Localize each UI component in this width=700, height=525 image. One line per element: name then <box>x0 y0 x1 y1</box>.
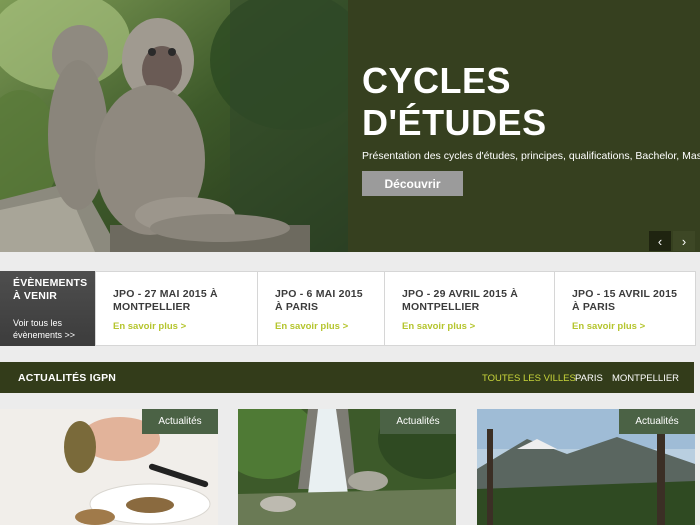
event-card[interactable]: JPO - 15 AVRIL 2015 À PARIS En savoir pl… <box>554 271 696 346</box>
news-badge: Actualités <box>142 409 218 434</box>
discover-button[interactable]: Découvrir <box>362 171 463 196</box>
event-card[interactable]: JPO - 27 MAI 2015 À MONTPELLIER En savoi… <box>95 271 258 346</box>
news-badge: Actualités <box>380 409 456 434</box>
event-more-link[interactable]: En savoir plus > <box>275 321 348 332</box>
hero-image-monkeys <box>0 0 348 252</box>
filter-montpellier[interactable]: MONTPELLIER <box>612 373 679 384</box>
hero-title: CYCLES D'ÉTUDES <box>362 60 547 143</box>
event-card[interactable]: JPO - 6 MAI 2015 À PARIS En savoir plus … <box>257 271 385 346</box>
event-more-link[interactable]: En savoir plus > <box>113 321 186 332</box>
news-section-title: ACTUALITÉS IGPN <box>18 372 117 384</box>
events-label-panel: ÉVÈNEMENTS À VENIR Voir tous les évèneme… <box>0 271 95 346</box>
events-heading: ÉVÈNEMENTS À VENIR <box>13 277 88 302</box>
slider-prev-icon[interactable]: ‹ <box>649 231 671 251</box>
news-card[interactable]: Actualités <box>0 409 218 525</box>
event-title: JPO - 29 AVRIL 2015 À MONTPELLIER <box>402 288 519 313</box>
hero-slider: CYCLES D'ÉTUDES Présentation des cycles … <box>0 0 700 252</box>
news-card[interactable]: Actualités <box>238 409 456 525</box>
filter-all-cities[interactable]: TOUTES LES VILLES <box>482 373 576 384</box>
filter-paris[interactable]: PARIS <box>575 373 603 384</box>
event-title: JPO - 6 MAI 2015 À PARIS <box>275 288 363 313</box>
see-all-events-link[interactable]: Voir tous les évènements >> <box>13 317 75 341</box>
event-title: JPO - 27 MAI 2015 À MONTPELLIER <box>113 288 218 313</box>
event-title: JPO - 15 AVRIL 2015 À PARIS <box>572 288 678 313</box>
event-more-link[interactable]: En savoir plus > <box>402 321 475 332</box>
slider-next-icon[interactable]: › <box>673 231 695 251</box>
news-badge: Actualités <box>619 409 695 434</box>
news-card[interactable]: Actualités <box>477 409 695 525</box>
event-card[interactable]: JPO - 29 AVRIL 2015 À MONTPELLIER En sav… <box>384 271 555 346</box>
hero-panel: CYCLES D'ÉTUDES Présentation des cycles … <box>348 0 700 252</box>
hero-subtitle: Présentation des cycles d'études, princi… <box>362 150 700 162</box>
events-strip: ÉVÈNEMENTS À VENIR Voir tous les évèneme… <box>0 271 696 346</box>
event-more-link[interactable]: En savoir plus > <box>572 321 645 332</box>
news-bar: ACTUALITÉS IGPN TOUTES LES VILLES PARIS … <box>0 362 694 393</box>
